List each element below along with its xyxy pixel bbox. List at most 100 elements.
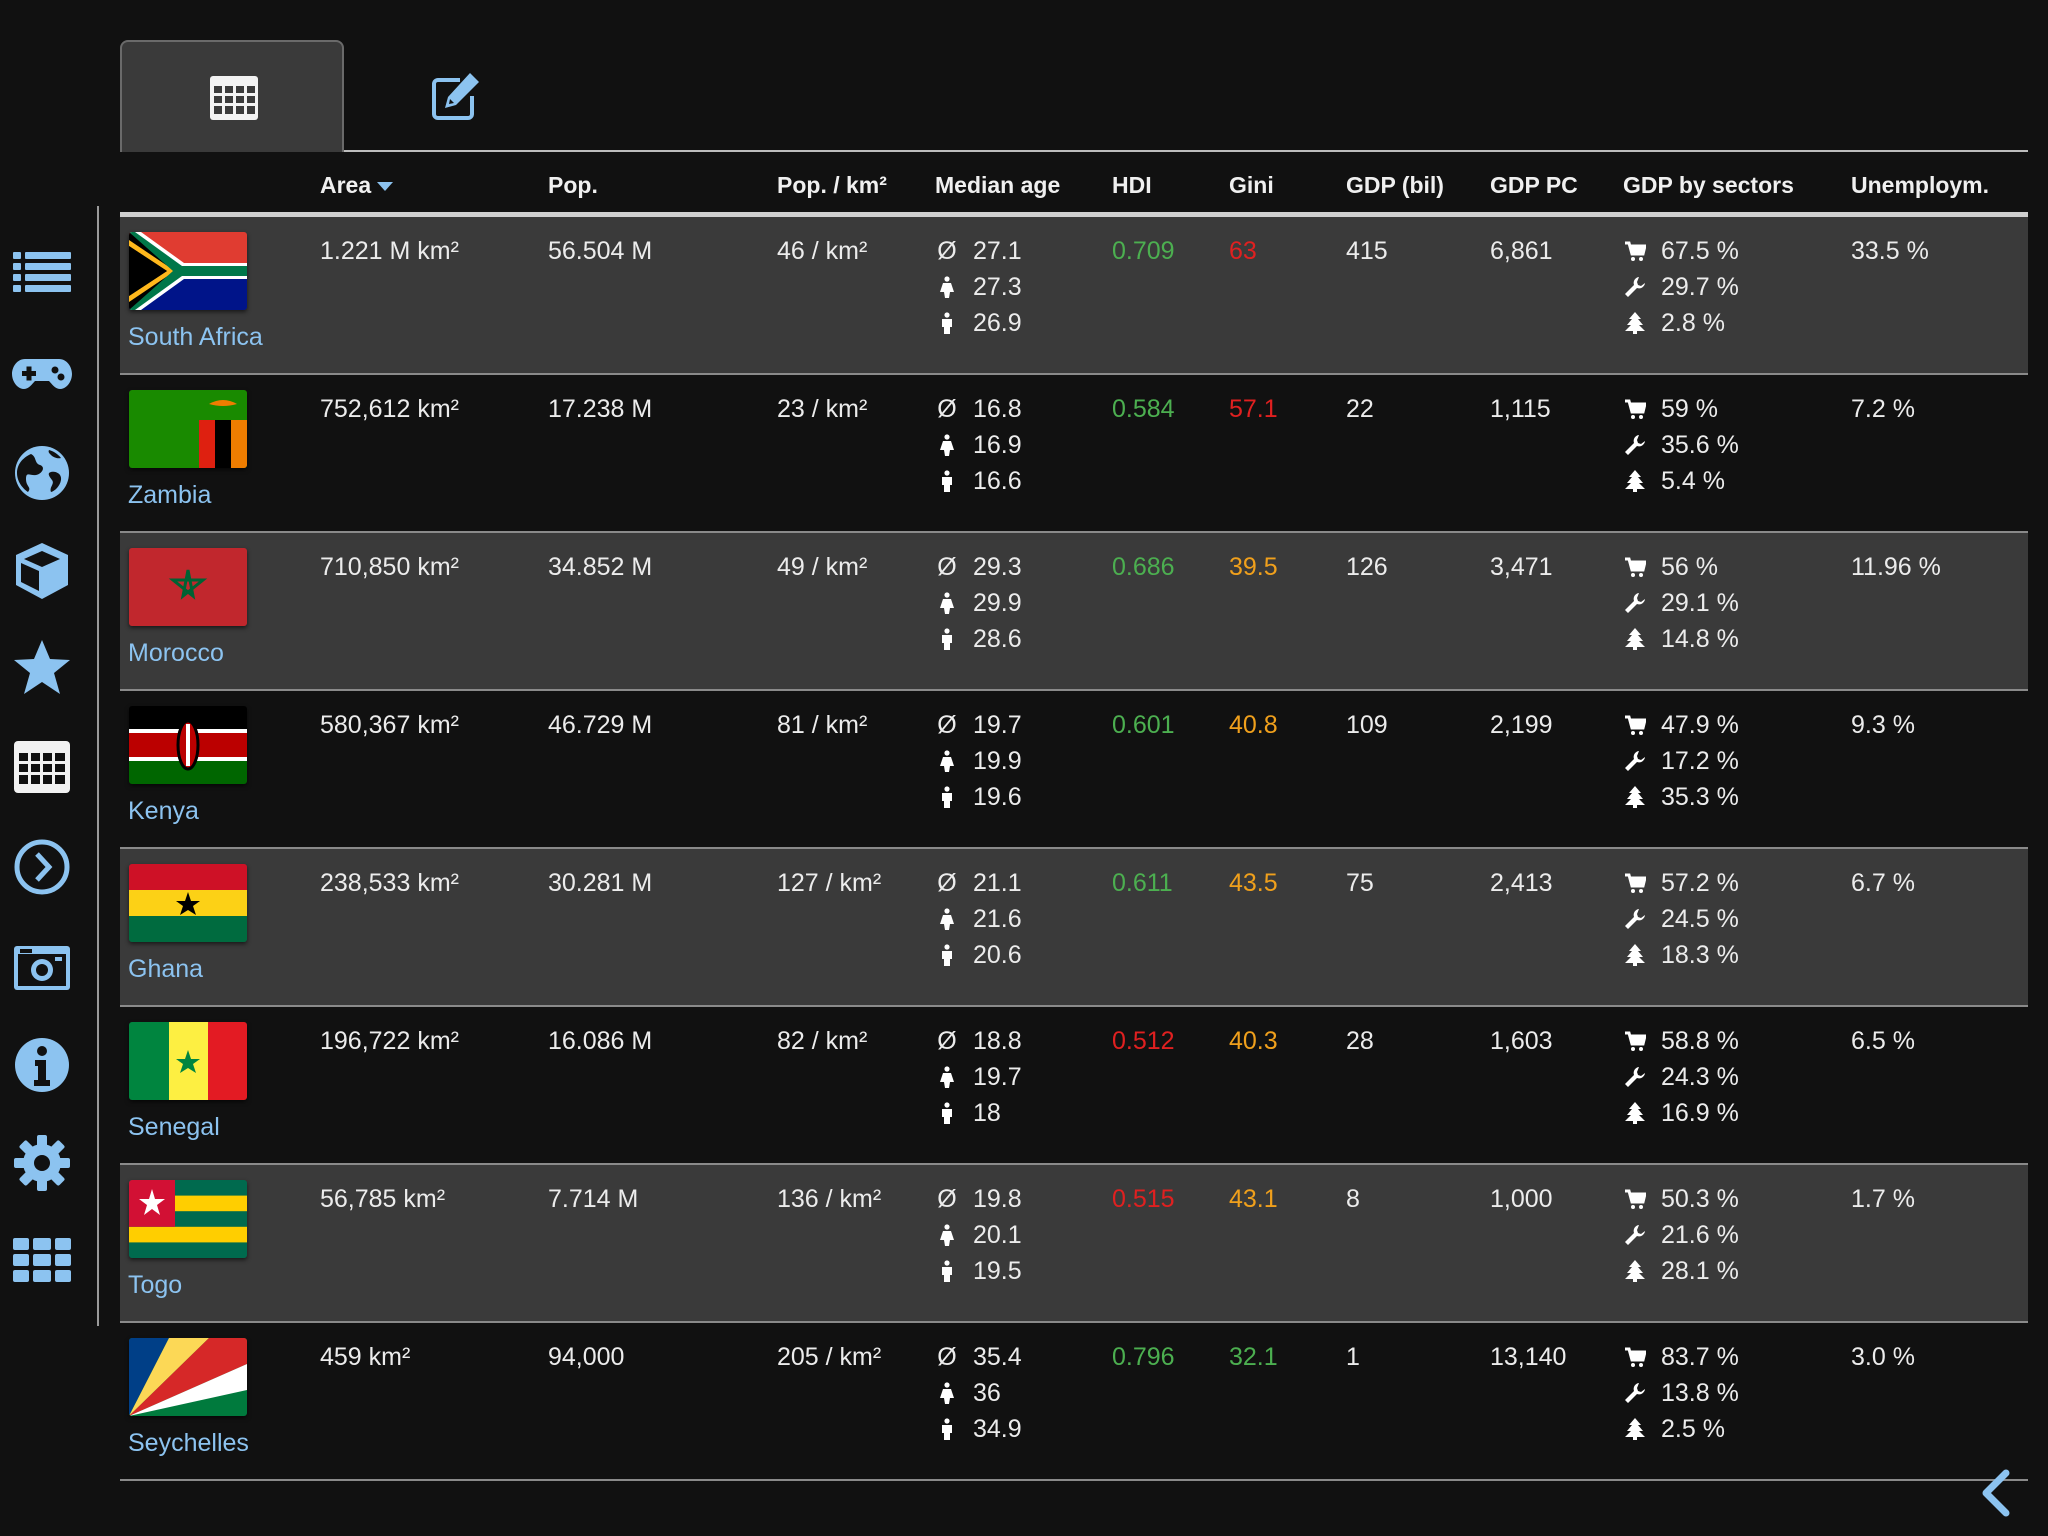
- gdp-sectors-cell: 67.5 % 29.7 % 2.8 %: [1623, 233, 1739, 341]
- median-age-cell: Ø 16.8 16.9 16.6: [935, 391, 1022, 499]
- gdp-per-capita-value: 1,115: [1490, 395, 1551, 423]
- tab-edit[interactable]: [344, 40, 568, 152]
- country-name-link[interactable]: Togo: [128, 1271, 182, 1300]
- country-name-link[interactable]: Kenya: [128, 797, 199, 826]
- column-header-density[interactable]: Pop. / km²: [777, 172, 887, 199]
- industry-share: 24.5 %: [1661, 905, 1739, 933]
- table-row[interactable]: Zambia 752,612 km² 17.238 M 23 / km² Ø 16.8 16…: [120, 375, 2028, 533]
- area-value: 710,850 km²: [320, 553, 459, 581]
- median-age-female: 29.9: [973, 589, 1022, 617]
- tab-table[interactable]: [120, 40, 344, 152]
- tree-icon: [1623, 937, 1647, 973]
- gini-value: 57.1: [1229, 395, 1278, 423]
- density-value: 49 / km²: [777, 553, 868, 581]
- services-share: 59 %: [1661, 395, 1718, 423]
- info-icon[interactable]: [11, 1034, 73, 1096]
- industry-share: 13.8 %: [1661, 1379, 1739, 1407]
- star-icon[interactable]: [11, 637, 73, 699]
- unemployment-value: 33.5 %: [1851, 237, 1929, 265]
- gdp-sectors-cell: 83.7 % 13.8 % 2.5 %: [1623, 1339, 1739, 1447]
- table-row[interactable]: Senegal 196,722 km² 16.086 M 82 / km² Ø 18.8 1…: [120, 1007, 2028, 1165]
- median-age-average: 21.1: [973, 869, 1022, 897]
- list-icon[interactable]: [11, 240, 73, 302]
- wrench-icon: [1623, 1375, 1647, 1411]
- agriculture-share: 35.3 %: [1661, 783, 1739, 811]
- gear-icon[interactable]: [11, 1132, 73, 1194]
- country-name-link[interactable]: South Africa: [128, 323, 263, 352]
- area-value: 238,533 km²: [320, 869, 459, 897]
- table-row[interactable]: Togo 56,785 km² 7.714 M 136 / km² Ø 19.8 20.1 1…: [120, 1165, 2028, 1323]
- gdp-per-capita-value: 2,413: [1490, 869, 1553, 897]
- average-symbol: Ø: [937, 869, 957, 897]
- median-age-male: 28.6: [973, 625, 1022, 653]
- male-icon: [935, 779, 959, 815]
- table-body: South Africa 1.221 M km² 56.504 M 46 / km² Ø…: [120, 217, 2028, 1481]
- median-age-male: 16.6: [973, 467, 1022, 495]
- female-icon: [935, 743, 959, 779]
- calendar-grid-icon[interactable]: [11, 735, 73, 797]
- services-share: 83.7 %: [1661, 1343, 1739, 1371]
- table-header: Area Pop. Pop. / km² Median age HDI Gini…: [120, 152, 2028, 217]
- apps-grid-icon[interactable]: [11, 1228, 73, 1290]
- gamepad-icon[interactable]: [11, 343, 73, 405]
- male-icon: [935, 1095, 959, 1131]
- gdp-per-capita-value: 1,603: [1490, 1027, 1553, 1055]
- population-value: 34.852 M: [548, 553, 653, 581]
- median-age-average: 16.8: [973, 395, 1022, 423]
- median-age-female: 36: [973, 1379, 1001, 1407]
- hdi-value: 0.686: [1112, 553, 1175, 581]
- table-row[interactable]: Seychelles 459 km² 94,000 205 / km² Ø 35.4 36 3…: [120, 1323, 2028, 1481]
- chevron-left-icon[interactable]: [1976, 1468, 2016, 1518]
- gdp-per-capita-value: 1,000: [1490, 1185, 1553, 1213]
- table-row[interactable]: Kenya 580,367 km² 46.729 M 81 / km² Ø 19.7 19.…: [120, 691, 2028, 849]
- area-value: 752,612 km²: [320, 395, 459, 423]
- services-share: 57.2 %: [1661, 869, 1739, 897]
- average-symbol: Ø: [937, 237, 957, 265]
- column-header-pop[interactable]: Pop.: [548, 172, 598, 199]
- column-header-hdi[interactable]: HDI: [1112, 172, 1152, 199]
- unemployment-value: 3.0 %: [1851, 1343, 1915, 1371]
- wrench-icon: [1623, 743, 1647, 779]
- table-row[interactable]: Morocco 710,850 km² 34.852 M 49 / km² Ø 29.3 2…: [120, 533, 2028, 691]
- cube-icon[interactable]: [11, 540, 73, 602]
- wrench-icon: [1623, 1059, 1647, 1095]
- median-age-cell: Ø 29.3 29.9 28.6: [935, 549, 1022, 657]
- country-name-link[interactable]: Seychelles: [128, 1429, 249, 1458]
- area-value: 459 km²: [320, 1343, 411, 1371]
- globe-icon[interactable]: [11, 442, 73, 504]
- morocco-flag: [129, 548, 247, 626]
- column-header-median-age[interactable]: Median age: [935, 172, 1060, 199]
- population-value: 30.281 M: [548, 869, 653, 897]
- sidebar-divider: [97, 206, 99, 1326]
- female-icon: [935, 1059, 959, 1095]
- camera-icon[interactable]: [11, 936, 73, 998]
- column-header-gini[interactable]: Gini: [1229, 172, 1274, 199]
- country-name-link[interactable]: Morocco: [128, 639, 224, 668]
- column-header-unemployment[interactable]: Unemploym.: [1851, 172, 1989, 199]
- gini-value: 40.8: [1229, 711, 1278, 739]
- country-name-link[interactable]: Zambia: [128, 481, 211, 510]
- gdp-value: 75: [1346, 869, 1374, 897]
- country-name-link[interactable]: Ghana: [128, 955, 203, 984]
- population-value: 46.729 M: [548, 711, 653, 739]
- hdi-value: 0.601: [1112, 711, 1175, 739]
- gdp-sectors-cell: 58.8 % 24.3 % 16.9 %: [1623, 1023, 1739, 1131]
- table-row[interactable]: Ghana 238,533 km² 30.281 M 127 / km² Ø 21.1 21…: [120, 849, 2028, 1007]
- column-header-gdp-sectors[interactable]: GDP by sectors: [1623, 172, 1794, 199]
- kenya-flag: [129, 706, 247, 784]
- services-share: 47.9 %: [1661, 711, 1739, 739]
- female-icon: [935, 1375, 959, 1411]
- country-name-link[interactable]: Senegal: [128, 1113, 220, 1142]
- male-icon: [935, 621, 959, 657]
- column-header-area[interactable]: Area: [320, 172, 394, 199]
- column-header-gdp[interactable]: GDP (bil): [1346, 172, 1444, 199]
- median-age-cell: Ø 19.8 20.1 19.5: [935, 1181, 1021, 1289]
- industry-share: 21.6 %: [1661, 1221, 1739, 1249]
- table-row[interactable]: South Africa 1.221 M km² 56.504 M 46 / km² Ø…: [120, 217, 2028, 375]
- median-age-cell: Ø 19.7 19.9 19.6: [935, 707, 1021, 815]
- hdi-value: 0.796: [1112, 1343, 1175, 1371]
- gini-value: 32.1: [1229, 1343, 1278, 1371]
- column-header-gdp-pc[interactable]: GDP PC: [1490, 172, 1578, 199]
- clock-arrow-icon[interactable]: [11, 836, 73, 898]
- seychelles-flag: [129, 1338, 247, 1416]
